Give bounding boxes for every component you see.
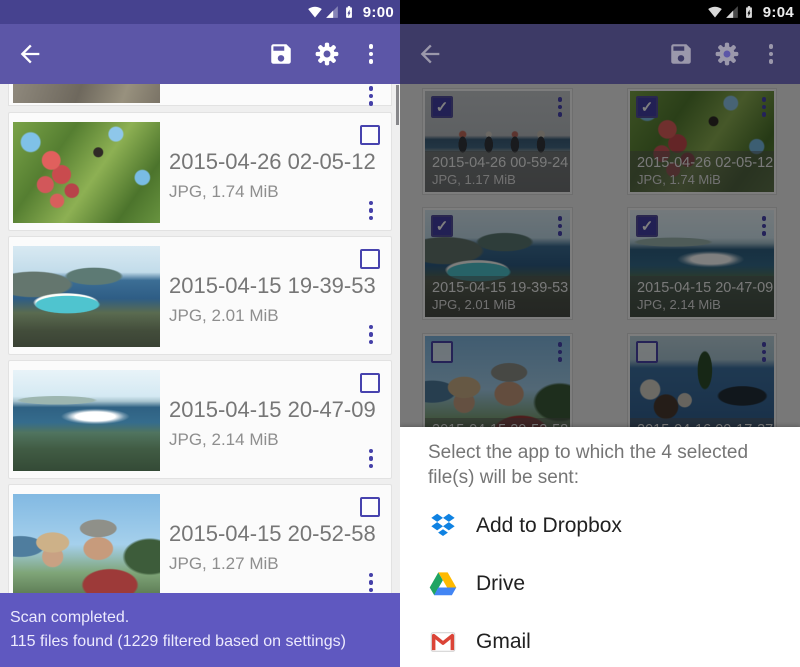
share-bottom-sheet: Select the app to which the 4 selected f… (400, 427, 800, 667)
drive-icon (428, 569, 458, 599)
app-bar (0, 24, 400, 84)
clock: 9:00 (363, 4, 394, 21)
dual-screenshot: 9:00 2015-04-26 02-05-12 JPG, 1.74 MiB (0, 0, 800, 667)
list-item[interactable]: 2015-04-26 02-05-12 JPG, 1.74 MiB (8, 112, 392, 231)
file-checkbox[interactable] (360, 373, 380, 393)
overflow-menu-button[interactable] (358, 44, 384, 64)
item-overflow-icon[interactable] (369, 201, 374, 221)
save-button[interactable] (268, 41, 294, 67)
file-thumbnail (13, 370, 160, 471)
item-overflow-icon[interactable] (369, 86, 374, 106)
file-thumbnail (13, 246, 160, 347)
share-option-label: Gmail (476, 630, 531, 654)
snackbar-line2: 115 files found (1229 filtered based on … (10, 630, 390, 654)
status-bar: 9:04 (400, 0, 800, 24)
modal-scrim[interactable] (400, 84, 800, 427)
list-scrollbar[interactable] (396, 85, 399, 125)
clock: 9:04 (763, 4, 794, 21)
file-thumbnail (13, 494, 160, 595)
file-date: 2015-04-26 02-05-12 (169, 149, 376, 175)
recovery-list-screen: 9:00 2015-04-26 02-05-12 JPG, 1.74 MiB (0, 0, 400, 667)
list-item[interactable]: 2015-04-15 19-39-53 JPG, 2.01 MiB (8, 236, 392, 355)
file-meta: JPG, 1.27 MiB (169, 554, 279, 574)
item-overflow-icon[interactable] (369, 573, 374, 593)
file-checkbox[interactable] (360, 249, 380, 269)
cellular-icon (725, 5, 739, 19)
app-bar (400, 24, 800, 84)
list-item[interactable]: 2015-04-15 20-52-58 JPG, 1.27 MiB (8, 484, 392, 603)
file-meta: JPG, 2.01 MiB (169, 306, 279, 326)
status-bar: 9:00 (0, 0, 400, 24)
share-option-gmail[interactable]: Gmail (428, 613, 772, 667)
selection-grid-screen: 9:04 ✓ 2015-04-26 00-59-24 JPG, 1.17 MiB (400, 0, 800, 667)
item-overflow-icon[interactable] (369, 325, 374, 345)
snackbar-line1: Scan completed. (10, 606, 390, 630)
share-option-dropbox[interactable]: Add to Dropbox (428, 497, 772, 555)
battery-charging-icon (742, 4, 756, 20)
save-button[interactable] (668, 41, 694, 67)
settings-button[interactable] (314, 41, 340, 67)
file-date: 2015-04-15 19-39-53 (169, 273, 376, 299)
dropbox-icon (428, 511, 458, 541)
file-checkbox[interactable] (360, 497, 380, 517)
file-thumbnail (13, 84, 160, 103)
file-date: 2015-04-15 20-52-58 (169, 521, 376, 547)
list-item[interactable]: 2015-04-15 20-47-09 JPG, 2.14 MiB (8, 360, 392, 479)
scan-status-snackbar: Scan completed. 115 files found (1229 fi… (0, 593, 400, 667)
cellular-icon (325, 5, 339, 19)
item-overflow-icon[interactable] (369, 449, 374, 469)
file-thumbnail (13, 122, 160, 223)
gmail-icon (428, 627, 458, 657)
file-meta: JPG, 1.74 MiB (169, 182, 279, 202)
share-option-label: Drive (476, 572, 525, 596)
overflow-menu-button[interactable] (758, 44, 784, 64)
wifi-icon (708, 5, 722, 19)
list-item-partial[interactable] (8, 84, 392, 106)
share-prompt: Select the app to which the 4 selected f… (428, 440, 772, 490)
file-checkbox[interactable] (360, 125, 380, 145)
settings-button[interactable] (714, 41, 740, 67)
file-meta: JPG, 2.14 MiB (169, 430, 279, 450)
share-option-label: Add to Dropbox (476, 514, 622, 538)
file-date: 2015-04-15 20-47-09 (169, 397, 376, 423)
back-button[interactable] (416, 40, 444, 68)
battery-charging-icon (342, 4, 356, 20)
share-option-drive[interactable]: Drive (428, 555, 772, 613)
back-button[interactable] (16, 40, 44, 68)
wifi-icon (308, 5, 322, 19)
